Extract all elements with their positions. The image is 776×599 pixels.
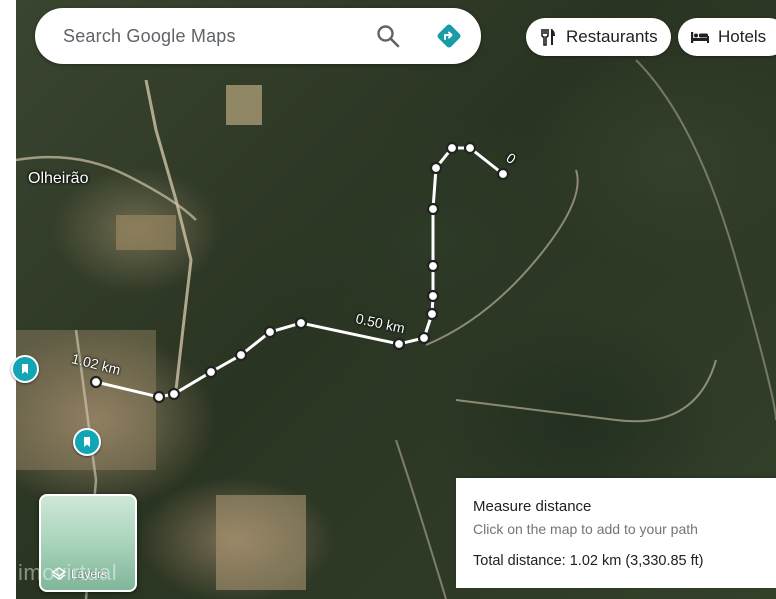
path-point[interactable] xyxy=(425,307,439,321)
fork-knife-icon xyxy=(541,29,555,46)
poi-marker[interactable] xyxy=(11,355,39,383)
path-point[interactable] xyxy=(426,289,440,303)
measure-path xyxy=(95,146,504,399)
path-point[interactable] xyxy=(429,161,443,175)
path-point[interactable] xyxy=(152,390,166,404)
field-patch xyxy=(216,495,306,590)
bookmark-icon xyxy=(22,364,28,374)
path-point[interactable] xyxy=(417,331,431,345)
path-point[interactable] xyxy=(204,365,218,379)
watermark: imovirtual xyxy=(18,560,118,585)
dirt-road xyxy=(16,155,197,221)
path-point[interactable] xyxy=(463,141,477,155)
directions-icon[interactable] xyxy=(435,22,463,50)
path-point[interactable] xyxy=(167,387,181,401)
dirt-road xyxy=(425,169,579,346)
path-point[interactable] xyxy=(445,141,459,155)
measure-total: Total distance: 1.02 km (3,330.85 ft) xyxy=(473,553,704,569)
dirt-road xyxy=(455,359,717,423)
bookmark-icon xyxy=(84,437,90,447)
hotels-chip[interactable]: Hotels xyxy=(678,18,776,56)
measure-title: Measure distance xyxy=(473,498,592,515)
path-point[interactable] xyxy=(426,202,440,216)
path-point[interactable] xyxy=(234,348,248,362)
measure-distance-panel: Measure distance Click on the map to add… xyxy=(456,478,776,588)
place-label-olheirao: Olheirão xyxy=(28,170,89,187)
dirt-road xyxy=(635,59,776,421)
path-point[interactable] xyxy=(89,375,103,389)
hotels-label: Hotels xyxy=(718,27,767,46)
bed-icon xyxy=(691,32,709,43)
path-point[interactable] xyxy=(263,325,277,339)
field-patch xyxy=(116,215,176,250)
search-icon[interactable] xyxy=(375,23,401,49)
restaurants-chip[interactable]: Restaurants xyxy=(526,18,671,56)
left-edge-panel xyxy=(0,0,16,599)
path-point[interactable] xyxy=(426,259,440,273)
field-patch xyxy=(226,85,262,125)
dirt-road xyxy=(395,439,447,599)
path-point[interactable] xyxy=(294,316,308,330)
measure-hint: Click on the map to add to your path xyxy=(473,521,698,537)
search-input[interactable]: Search Google Maps xyxy=(63,26,236,47)
path-point[interactable] xyxy=(496,167,510,181)
poi-marker[interactable] xyxy=(73,428,101,456)
search-bar[interactable]: Search Google Maps xyxy=(35,8,481,64)
path-point[interactable] xyxy=(392,337,406,351)
restaurants-label: Restaurants xyxy=(566,27,658,46)
